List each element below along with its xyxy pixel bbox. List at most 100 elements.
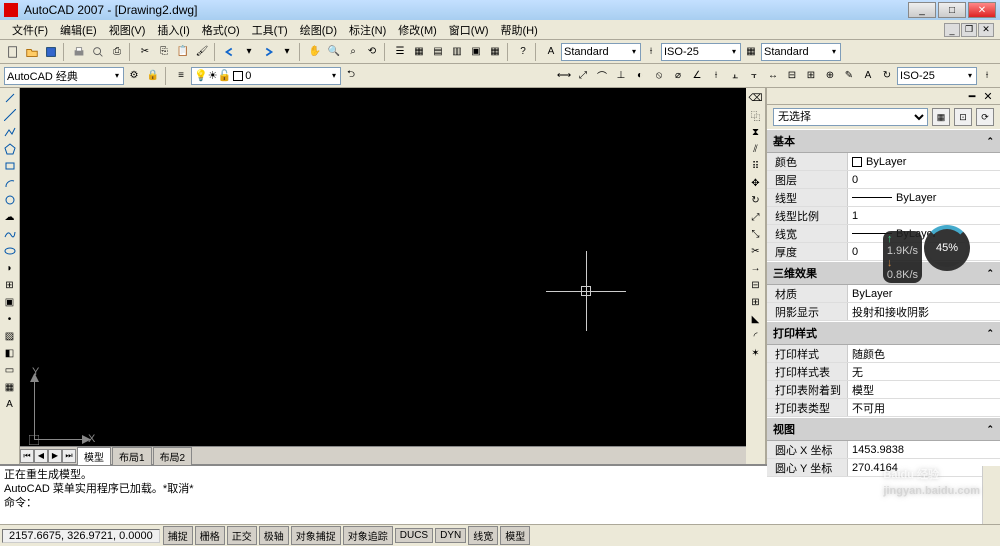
- model-button[interactable]: 模型: [500, 526, 530, 545]
- ducs-button[interactable]: DUCS: [395, 528, 433, 543]
- dim-radius-icon[interactable]: ◐: [631, 67, 649, 85]
- dim-diameter-icon[interactable]: ⌀: [669, 67, 687, 85]
- close-button[interactable]: ✕: [968, 2, 996, 18]
- menu-insert[interactable]: 插入(I): [151, 20, 195, 40]
- hatch-icon[interactable]: ▨: [2, 328, 18, 344]
- prop-linetype[interactable]: ByLayer: [847, 189, 1000, 206]
- workspace-settings-icon[interactable]: ⚙: [125, 67, 143, 85]
- fillet-icon[interactable]: ◜: [748, 328, 764, 344]
- minimize-button[interactable]: _: [908, 2, 936, 18]
- maximize-button[interactable]: □: [938, 2, 966, 18]
- prop-material[interactable]: ByLayer: [847, 285, 1000, 302]
- dcenter-icon[interactable]: ▦: [410, 43, 428, 61]
- offset-icon[interactable]: ⫽: [748, 141, 764, 157]
- prop-shadow[interactable]: 投射和接收阴影: [847, 303, 1000, 320]
- join-icon[interactable]: ⊞: [748, 294, 764, 310]
- group-basic[interactable]: 基本: [773, 133, 795, 149]
- dim-continue-icon[interactable]: ⫟: [745, 67, 763, 85]
- zoom-prev-icon[interactable]: ⟲: [363, 43, 381, 61]
- rotate-icon[interactable]: ↻: [748, 192, 764, 208]
- new-icon[interactable]: [4, 43, 22, 61]
- region-icon[interactable]: ▭: [2, 362, 18, 378]
- xline-icon[interactable]: [2, 107, 18, 123]
- dimstyle-icon[interactable]: ⟊: [642, 43, 660, 61]
- toolpal-icon[interactable]: ▤: [429, 43, 447, 61]
- ellipse-arc-icon[interactable]: ◗: [2, 260, 18, 276]
- tab-last-icon[interactable]: ⏭: [62, 449, 76, 463]
- otrack-button[interactable]: 对象追踪: [343, 526, 393, 545]
- polar-button[interactable]: 极轴: [259, 526, 289, 545]
- preview-icon[interactable]: [89, 43, 107, 61]
- quick-select-icon[interactable]: ▦: [932, 108, 950, 126]
- layer-combo[interactable]: 💡 ☀ 🔓 0▾: [191, 67, 341, 85]
- prop-ltscale[interactable]: 1: [847, 207, 1000, 224]
- dim-tedit-icon[interactable]: A: [859, 67, 877, 85]
- dimstyle-icon2[interactable]: ⟊: [978, 67, 996, 85]
- layer-prev-icon[interactable]: ⮌: [342, 67, 360, 85]
- dimstyle-combo[interactable]: ISO-25▾: [661, 43, 741, 61]
- mdi-restore-button[interactable]: ❐: [961, 23, 977, 37]
- publish-icon[interactable]: ⎙: [108, 43, 126, 61]
- tab-next-icon[interactable]: ▶: [48, 449, 62, 463]
- undo-icon[interactable]: [221, 43, 239, 61]
- group-view[interactable]: 视图: [773, 421, 795, 437]
- pan-icon[interactable]: ✋: [306, 43, 324, 61]
- menu-edit[interactable]: 编辑(E): [54, 20, 103, 40]
- help-icon[interactable]: ?: [514, 43, 532, 61]
- calc-icon[interactable]: ▦: [486, 43, 504, 61]
- dim-linear-icon[interactable]: ⟷: [555, 67, 573, 85]
- tab-layout2[interactable]: 布局2: [153, 447, 193, 465]
- block-icon[interactable]: ▣: [2, 294, 18, 310]
- group-3d[interactable]: 三维效果: [773, 265, 817, 281]
- rectangle-icon[interactable]: [2, 158, 18, 174]
- dim-jogged-icon[interactable]: ⦸: [650, 67, 668, 85]
- mdi-minimize-button[interactable]: _: [944, 23, 960, 37]
- mirror-icon[interactable]: ⧗: [748, 124, 764, 140]
- zoom-win-icon[interactable]: ⌕: [344, 43, 362, 61]
- dim-update-icon[interactable]: ↻: [878, 67, 896, 85]
- line-icon[interactable]: [2, 90, 18, 106]
- move-icon[interactable]: ✥: [748, 175, 764, 191]
- insert-icon[interactable]: ⊞: [2, 277, 18, 293]
- match-icon[interactable]: 🖌: [193, 43, 211, 61]
- revcloud-icon[interactable]: ☁: [2, 209, 18, 225]
- prop-thickness[interactable]: 0: [847, 243, 1000, 260]
- menu-format[interactable]: 格式(O): [196, 20, 246, 40]
- chamfer-icon[interactable]: ◣: [748, 311, 764, 327]
- textstyle-icon[interactable]: A: [542, 43, 560, 61]
- tab-prev-icon[interactable]: ◀: [34, 449, 48, 463]
- dim-angular-icon[interactable]: ∠: [688, 67, 706, 85]
- scale-icon[interactable]: ⤢: [748, 209, 764, 225]
- dim-arc-icon[interactable]: ⌒: [593, 67, 611, 85]
- dim-edit-icon[interactable]: ✎: [840, 67, 858, 85]
- group-print[interactable]: 打印样式: [773, 325, 817, 341]
- toggle-pickadd-icon[interactable]: ⟳: [976, 108, 994, 126]
- explode-icon[interactable]: ✶: [748, 345, 764, 361]
- properties-x-icon[interactable]: ✕: [980, 88, 996, 104]
- select-obj-icon[interactable]: ⊡: [954, 108, 972, 126]
- erase-icon[interactable]: ⌫: [748, 90, 764, 106]
- menu-view[interactable]: 视图(V): [103, 20, 152, 40]
- break-icon[interactable]: ⊟: [748, 277, 764, 293]
- print-icon[interactable]: [70, 43, 88, 61]
- textstyle-combo[interactable]: Standard▾: [561, 43, 641, 61]
- prop-color[interactable]: ByLayer: [847, 153, 1000, 170]
- spline-icon[interactable]: [2, 226, 18, 242]
- prop-centerx[interactable]: 1453.9838: [847, 441, 1000, 458]
- workspace-combo[interactable]: AutoCAD 经典▾: [4, 67, 124, 85]
- paste-icon[interactable]: 📋: [174, 43, 192, 61]
- workspace-lock-icon[interactable]: 🔒: [144, 67, 162, 85]
- prop-layer[interactable]: 0: [847, 171, 1000, 188]
- array-icon[interactable]: ⠿: [748, 158, 764, 174]
- dim-quick-icon[interactable]: ⟊: [707, 67, 725, 85]
- mdi-close-button[interactable]: ✕: [978, 23, 994, 37]
- lwt-button[interactable]: 线宽: [468, 526, 498, 545]
- ortho-button[interactable]: 正交: [227, 526, 257, 545]
- prop-plotstyletable[interactable]: 无: [847, 363, 1000, 380]
- copy2-icon[interactable]: ⿻: [748, 107, 764, 123]
- redo-icon[interactable]: [259, 43, 277, 61]
- tab-layout1[interactable]: 布局1: [112, 447, 152, 465]
- selection-combo[interactable]: 无选择: [773, 108, 928, 126]
- markup-icon[interactable]: ▣: [467, 43, 485, 61]
- dim-ordinate-icon[interactable]: ⊥: [612, 67, 630, 85]
